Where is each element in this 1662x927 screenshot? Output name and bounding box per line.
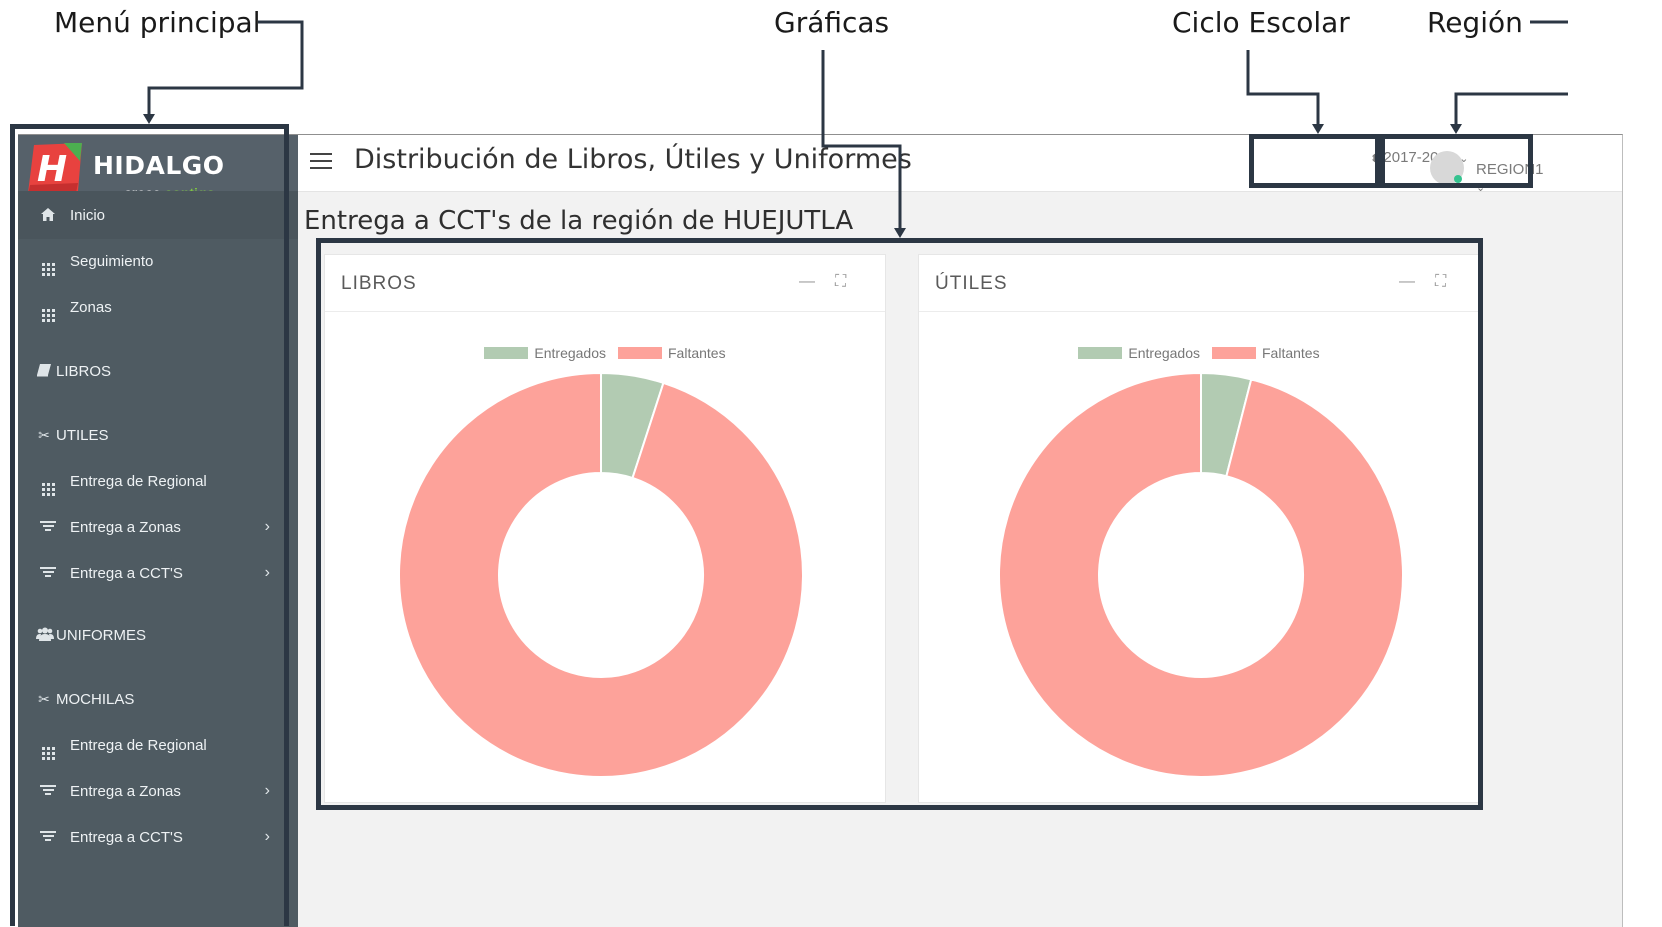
callout-arrows xyxy=(143,20,1568,238)
